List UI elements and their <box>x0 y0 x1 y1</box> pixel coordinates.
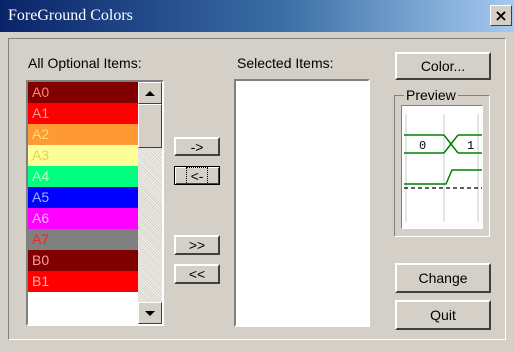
bus-value-left: 0 <box>419 139 426 153</box>
remove-all-label: << <box>188 266 206 282</box>
add-all-label: >> <box>188 237 206 253</box>
window-title: ForeGround Colors <box>8 7 133 24</box>
remove-all-button[interactable]: << <box>174 264 220 284</box>
quit-button-label: Quit <box>430 307 456 323</box>
preview-canvas: 0 1 <box>401 105 483 229</box>
change-button-label: Change <box>418 270 468 286</box>
add-all-button[interactable]: >> <box>174 235 220 255</box>
close-icon: × <box>494 6 508 25</box>
list-item[interactable]: A3 <box>28 145 138 166</box>
list-item[interactable]: B0 <box>28 250 138 271</box>
list-item[interactable]: A1 <box>28 103 138 124</box>
remove-item-button[interactable]: <- <box>174 166 220 185</box>
list-item[interactable]: A6 <box>28 208 138 229</box>
color-button-label: Color... <box>420 58 466 74</box>
list-item[interactable]: A7 <box>28 229 138 250</box>
scroll-up-arrow-icon <box>145 90 155 96</box>
optional-items-list[interactable]: A0 A1 A2 A3 A4 A5 A6 A7 B0 B1 <box>26 80 164 326</box>
optional-items-label: All Optional Items: <box>28 55 142 71</box>
list-item[interactable]: A4 <box>28 166 138 187</box>
scroll-thumb[interactable] <box>138 104 162 148</box>
preview-label: Preview <box>404 87 458 103</box>
foreground-colors-dialog: ForeGround Colors × All Optional Items: … <box>0 0 514 352</box>
list-item[interactable]: A2 <box>28 124 138 145</box>
change-button[interactable]: Change <box>395 263 491 293</box>
scroll-down-arrow-icon <box>145 310 155 316</box>
close-button[interactable]: × <box>490 5 512 26</box>
quit-button[interactable]: Quit <box>395 300 491 330</box>
title-bar[interactable]: ForeGround Colors × <box>0 0 514 32</box>
list-item[interactable]: A5 <box>28 187 138 208</box>
scroll-up-button[interactable] <box>138 82 162 104</box>
signal-waveform <box>404 169 482 185</box>
selected-items-label: Selected Items: <box>237 55 334 71</box>
list-item[interactable]: A0 <box>28 82 138 103</box>
bus-value-right: 1 <box>467 139 474 153</box>
scroll-down-button[interactable] <box>138 302 162 324</box>
optional-items-scrollbar[interactable] <box>138 82 162 324</box>
selected-items-list[interactable] <box>234 79 370 327</box>
optional-items-container: A0 A1 A2 A3 A4 A5 A6 A7 B0 B1 <box>28 82 138 292</box>
remove-item-label: <- <box>185 166 209 185</box>
list-item[interactable]: B1 <box>28 271 138 292</box>
add-item-button[interactable]: -> <box>174 137 220 156</box>
add-item-label: -> <box>190 138 204 155</box>
color-button[interactable]: Color... <box>395 52 491 80</box>
